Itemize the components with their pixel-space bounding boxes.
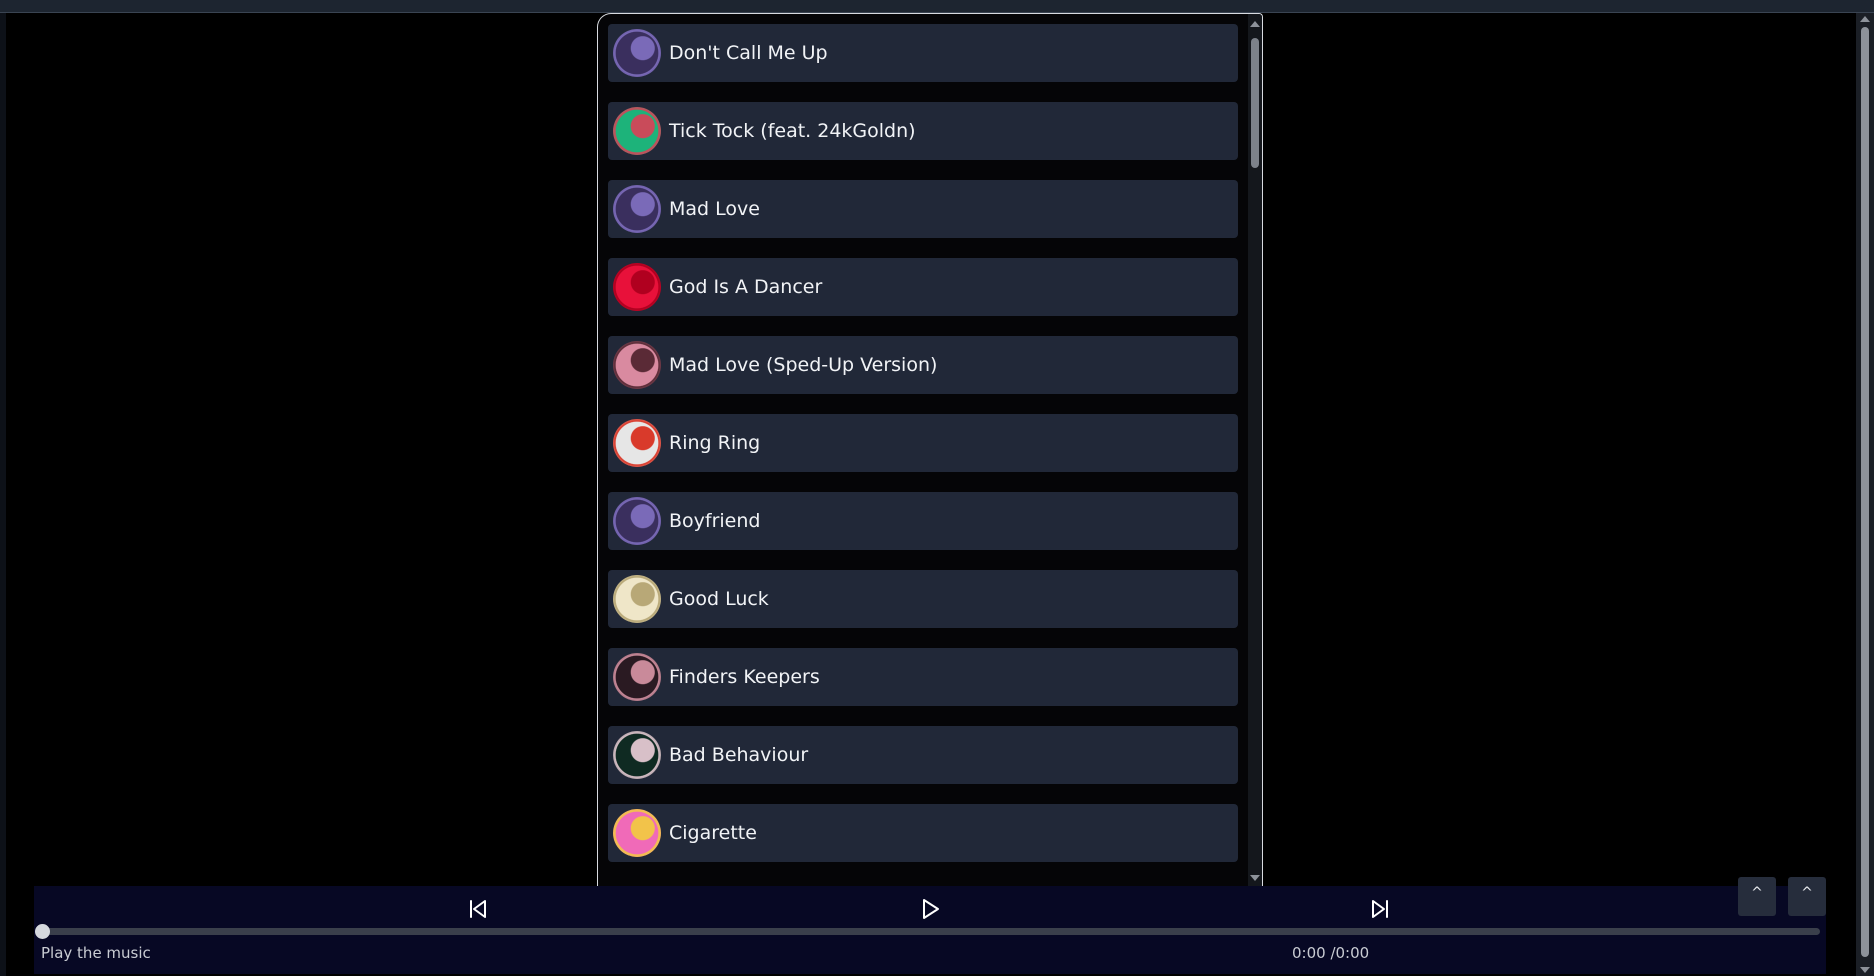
expand-up-button[interactable]: ^ [1738, 877, 1776, 916]
track-item[interactable]: Finders Keepers [608, 648, 1238, 706]
track-item[interactable]: Tick Tock (feat. 24kGoldn) [608, 102, 1238, 160]
progress-knob[interactable] [35, 924, 50, 939]
green-framed-portrait-icon [613, 107, 661, 155]
play-button[interactable] [913, 892, 947, 926]
time-readout: 0:00 /0:00 [1292, 944, 1370, 962]
page-scrollbar[interactable] [1856, 13, 1874, 976]
playlist-scroll-thumb[interactable] [1251, 38, 1259, 168]
pale-portrait-icon [613, 575, 661, 623]
track-item[interactable]: Boyfriend [608, 492, 1238, 550]
dark-green-portrait-icon [613, 731, 661, 779]
track-item[interactable]: God Is A Dancer [608, 258, 1238, 316]
page-scroll-up-arrow-icon[interactable] [1860, 16, 1870, 22]
skip-forward-icon [1372, 900, 1388, 918]
track-title: Ring Ring [669, 432, 761, 454]
track-item[interactable]: Ring Ring [608, 414, 1238, 472]
track-title: Cigarette [669, 822, 757, 844]
play-icon [923, 899, 939, 919]
track-title: Boyfriend [669, 510, 761, 532]
expand-up-button-secondary[interactable]: ^ [1788, 877, 1826, 916]
track-title: Don't Call Me Up [669, 42, 828, 64]
pink-cigarette-cover-icon [613, 809, 661, 857]
skip-back-icon [470, 900, 486, 918]
track-title: God Is A Dancer [669, 276, 823, 298]
scroll-up-arrow-icon[interactable] [1250, 21, 1260, 27]
track-item[interactable]: Good Luck [608, 570, 1238, 628]
track-title: Mad Love (Sped-Up Version) [669, 354, 938, 376]
track-item[interactable]: Mad Love [608, 180, 1238, 238]
player-status-text: Play the music [41, 944, 151, 962]
track-title: Finders Keepers [669, 666, 820, 688]
dark-pink-portrait-icon [613, 653, 661, 701]
red-splash-icon [613, 263, 661, 311]
pink-portrait-icon [613, 341, 661, 389]
page-scroll-thumb[interactable] [1861, 27, 1869, 957]
page-scroll-down-arrow-icon[interactable] [1860, 967, 1870, 973]
comic-poster-icon [613, 419, 661, 467]
track-item[interactable]: Don't Call Me Up [608, 24, 1238, 82]
window-top-bar [0, 0, 1874, 13]
scroll-down-arrow-icon[interactable] [1250, 875, 1260, 881]
track-item[interactable]: Mad Love (Sped-Up Version) [608, 336, 1238, 394]
track-list: Don't Call Me Up Tick Tock (feat. 24kGold… [608, 24, 1238, 882]
progress-slider[interactable] [35, 924, 1820, 939]
track-item[interactable]: Cigarette [608, 804, 1238, 862]
track-title: Good Luck [669, 588, 769, 610]
portrait-blue-ring-icon [613, 29, 661, 77]
next-track-button[interactable] [1363, 892, 1397, 926]
track-title: Bad Behaviour [669, 744, 809, 766]
previous-track-button[interactable] [461, 892, 495, 926]
track-title: Tick Tock (feat. 24kGoldn) [669, 120, 916, 142]
playlist-panel: Don't Call Me Up Tick Tock (feat. 24kGold… [597, 13, 1263, 886]
track-title: Mad Love [669, 198, 760, 220]
playlist-scrollbar[interactable] [1248, 14, 1262, 886]
track-item[interactable]: Bad Behaviour [608, 726, 1238, 784]
player-bar: ^ ^ Play the music 0:00 /0:00 [34, 877, 1826, 974]
portrait-blue-ring-icon [613, 185, 661, 233]
portrait-blue-ring-icon [613, 497, 661, 545]
window-left-edge [0, 13, 6, 976]
